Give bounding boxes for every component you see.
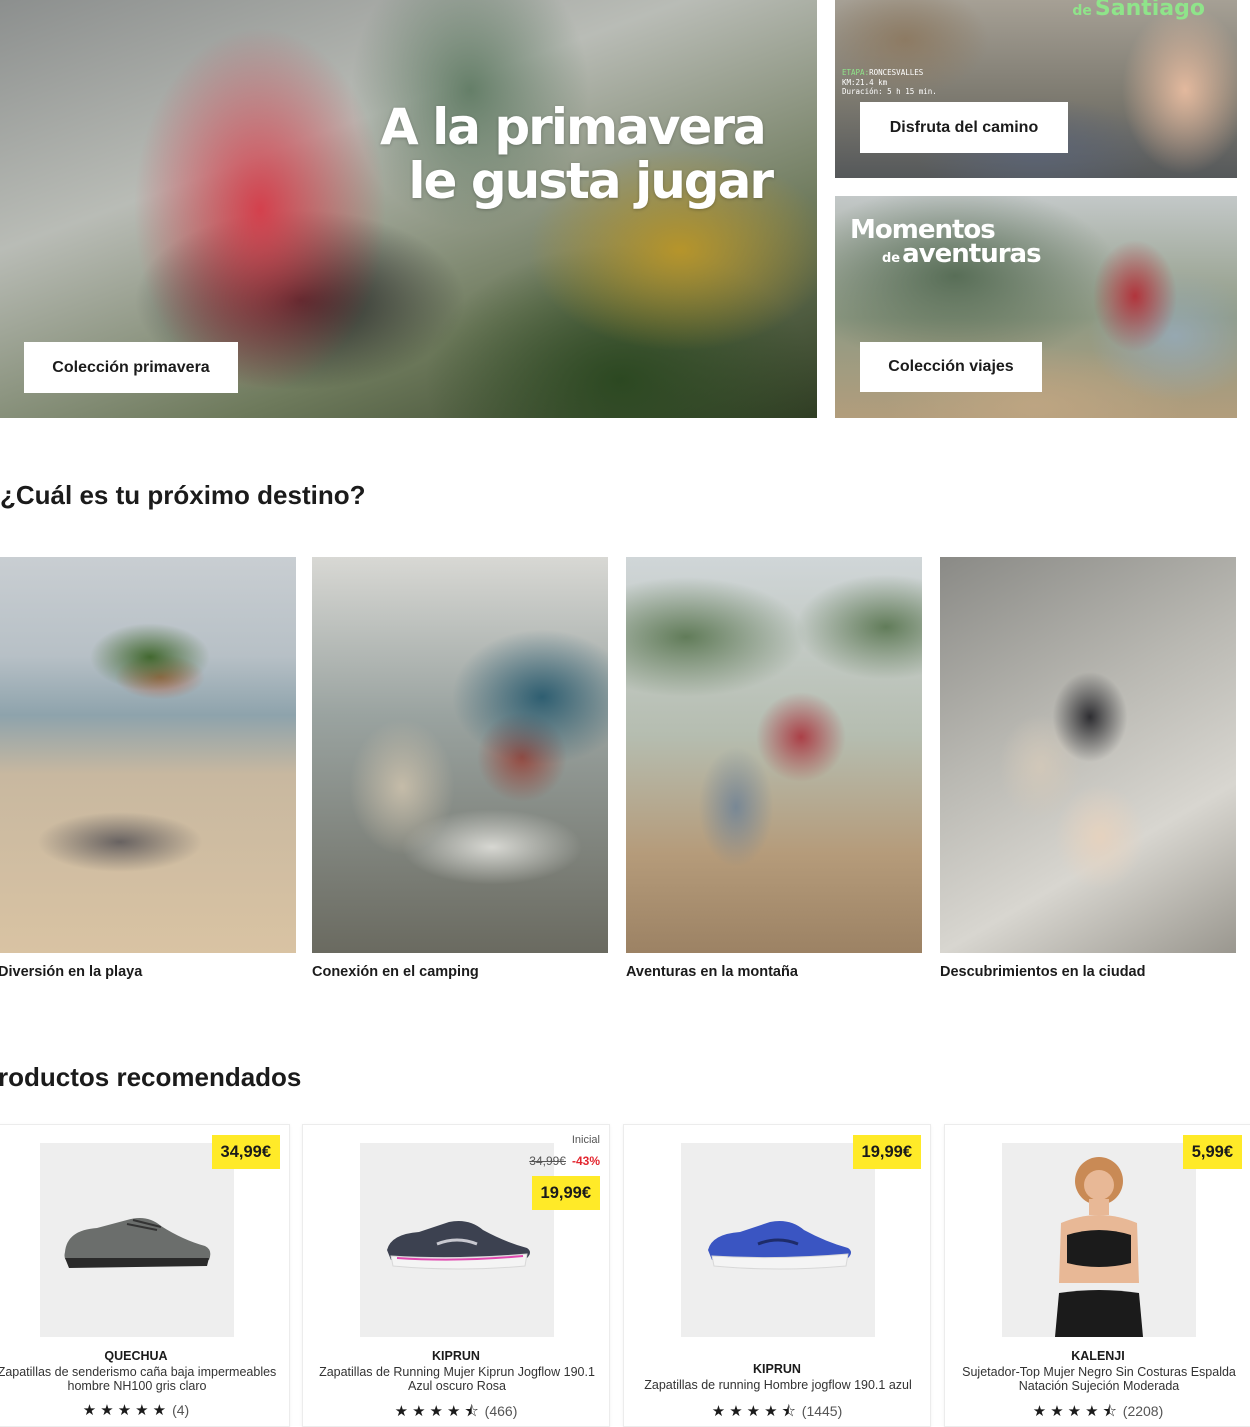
star-icon: ★ bbox=[1032, 1403, 1051, 1420]
star-icon: ★ bbox=[429, 1403, 447, 1420]
price-tag: 5,99€ bbox=[1182, 1135, 1242, 1169]
destination-card-beach[interactable]: Diversión en la playa bbox=[0, 557, 296, 980]
etapa-info: ETAPA:RONCESVALLES KM:21.4 km Duración: … bbox=[842, 68, 937, 96]
destination-card-city[interactable]: Descubrimientos en la ciudad bbox=[940, 557, 1236, 980]
price-meta: Inicial 34,99€ -43% bbox=[529, 1134, 600, 1168]
star-icon: ★ bbox=[447, 1403, 465, 1420]
product-brand: KIPRUN bbox=[753, 1362, 801, 1376]
review-count: (1445) bbox=[801, 1403, 843, 1419]
hero-headline: A la primavera le gusta jugar bbox=[380, 100, 800, 208]
hero-camino-banner[interactable]: de Santiago ETAPA:RONCESVALLES KM:21.4 km… bbox=[835, 0, 1237, 178]
star-icon: ★ bbox=[764, 1403, 782, 1420]
product-card[interactable]: Inicial 34,99€ -43% 19,99€ KIPRUN Zapatil… bbox=[302, 1124, 610, 1427]
city-photo bbox=[940, 557, 1236, 953]
disfruta-camino-button[interactable]: Disfruta del camino bbox=[860, 102, 1068, 153]
product-name[interactable]: Zapatillas de running Hombre jogflow 190… bbox=[634, 1378, 922, 1393]
destination-label: Conexión en el camping bbox=[312, 964, 479, 980]
coleccion-viajes-button[interactable]: Colección viajes bbox=[860, 342, 1042, 392]
santiago-logo: de Santiago bbox=[1072, 0, 1205, 21]
review-count: (2208) bbox=[1122, 1403, 1164, 1419]
product-image bbox=[40, 1143, 234, 1337]
rating-stars: ★★★★★ (4) bbox=[0, 1401, 289, 1419]
review-count: (466) bbox=[484, 1403, 518, 1419]
star-icon: ★ bbox=[746, 1403, 765, 1420]
star-icon: ★ bbox=[100, 1402, 118, 1419]
star-icon: ★ bbox=[1050, 1403, 1068, 1420]
coleccion-primavera-button[interactable]: Colección primavera bbox=[24, 342, 238, 393]
old-price: 34,99€ bbox=[529, 1154, 566, 1168]
star-icon: ★ bbox=[117, 1402, 136, 1419]
product-brand: KALENJI bbox=[1071, 1349, 1125, 1363]
product-image bbox=[1002, 1143, 1196, 1337]
product-card[interactable]: 19,99€ KIPRUN Zapatillas de running Homb… bbox=[623, 1124, 931, 1427]
running-shoe-icon bbox=[708, 1221, 851, 1270]
initial-price-label: Inicial bbox=[571, 1134, 600, 1146]
destination-card-mountain[interactable]: Aventuras en la montaña bbox=[626, 557, 922, 980]
star-icon: ★ bbox=[729, 1403, 747, 1420]
running-shoe-icon bbox=[387, 1221, 530, 1270]
star-icon: ★ bbox=[412, 1403, 430, 1420]
product-image bbox=[681, 1143, 875, 1337]
product-brand: KIPRUN bbox=[432, 1349, 480, 1363]
destination-label: Diversión en la playa bbox=[0, 964, 143, 980]
product-card[interactable]: 34,99€ QUECHUA Zapatillas de senderismo … bbox=[0, 1124, 290, 1427]
star-half-icon: ⯪ bbox=[464, 1403, 483, 1420]
hero-headline-line2: le gusta jugar bbox=[408, 152, 774, 210]
mountain-photo bbox=[626, 557, 922, 953]
products-title: roductos recomendados bbox=[0, 1062, 302, 1092]
star-icon: ★ bbox=[711, 1403, 730, 1420]
destinations-title: ¿Cuál es tu próximo destino? bbox=[0, 480, 366, 510]
product-name[interactable]: Zapatillas de Running Mujer Kiprun Jogfl… bbox=[313, 1365, 601, 1393]
review-count: (4) bbox=[172, 1402, 190, 1418]
star-half-icon: ⯪ bbox=[781, 1403, 800, 1420]
price-tag: 34,99€ bbox=[211, 1135, 280, 1169]
star-icon: ★ bbox=[1067, 1403, 1086, 1420]
product-name[interactable]: Sujetador-Top Mujer Negro Sin Costuras E… bbox=[955, 1365, 1243, 1393]
hero-main-banner[interactable]: A la primavera le gusta jugar Colección … bbox=[0, 0, 817, 418]
star-icon: ★ bbox=[394, 1403, 413, 1420]
star-icon: ★ bbox=[82, 1402, 101, 1419]
product-image bbox=[360, 1143, 554, 1337]
sports-bra-model-icon bbox=[1055, 1157, 1143, 1337]
star-icon: ★ bbox=[152, 1402, 171, 1419]
hero-headline-line1: A la primavera bbox=[380, 98, 767, 156]
rating-stars: ★★★★⯪ (2208) bbox=[945, 1401, 1250, 1426]
destination-card-camping[interactable]: Conexión en el camping bbox=[312, 557, 608, 980]
hiking-shoe-icon bbox=[64, 1218, 211, 1268]
destination-label: Aventuras en la montaña bbox=[626, 964, 798, 980]
momentos-aventuras-title: Momentos deaventuras bbox=[850, 215, 1042, 269]
discount-badge: -43% bbox=[571, 1154, 600, 1168]
product-brand: QUECHUA bbox=[104, 1349, 168, 1363]
star-half-icon: ⯪ bbox=[1102, 1403, 1121, 1420]
product-card[interactable]: 5,99€ KALENJI Sujetador-Top Mujer Negro … bbox=[944, 1124, 1250, 1427]
star-icon: ★ bbox=[1085, 1403, 1103, 1420]
hero-viajes-banner[interactable]: Momentos deaventuras Colección viajes bbox=[835, 196, 1237, 418]
rating-stars: ★★★★⯪ (466) bbox=[303, 1401, 609, 1426]
beach-photo bbox=[0, 557, 296, 953]
price-tag: 19,99€ bbox=[852, 1135, 921, 1169]
star-icon: ★ bbox=[135, 1402, 153, 1419]
destination-label: Descubrimientos en la ciudad bbox=[940, 964, 1146, 980]
product-name[interactable]: Zapatillas de senderismo caña baja imper… bbox=[0, 1365, 281, 1393]
price-tag: 19,99€ bbox=[531, 1176, 600, 1210]
rating-stars: ★★★★⯪ (1445) bbox=[624, 1401, 930, 1426]
camping-photo bbox=[312, 557, 608, 953]
